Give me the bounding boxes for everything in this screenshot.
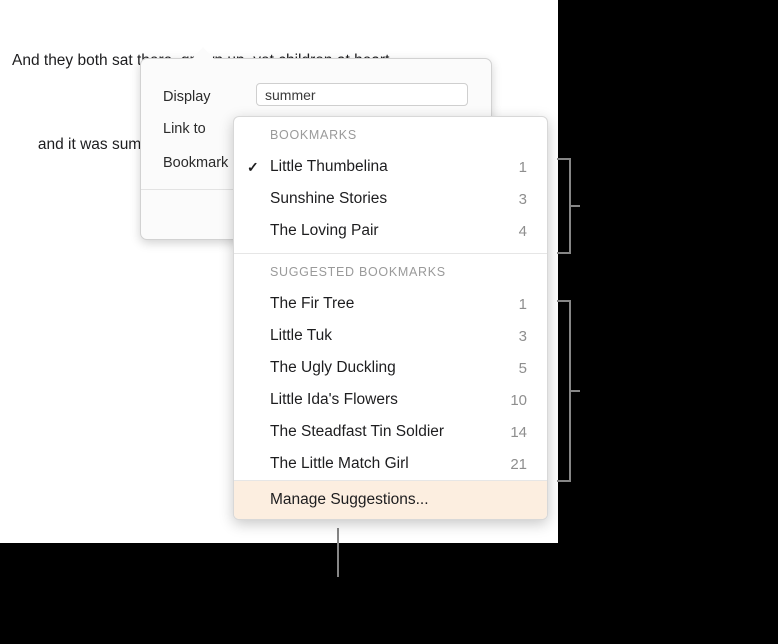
menu-item-label: The Ugly Duckling — [270, 359, 396, 376]
menu-item-label: Little Thumbelina — [270, 158, 388, 175]
menu-header-suggested-bookmarks: SUGGESTED BOOKMARKS — [270, 265, 446, 279]
callout-tick-suggested-bookmarks — [569, 390, 580, 392]
menu-item-label: Little Tuk — [270, 327, 333, 344]
callout-bracket-bookmarks — [557, 158, 580, 254]
menu-item-count: 3 — [518, 190, 527, 208]
callout-tick-bookmarks — [569, 205, 580, 207]
callout-bracket-suggested-bookmarks — [557, 300, 580, 482]
suggested-item-4[interactable]: The Steadfast Tin Soldier 14 — [234, 416, 547, 448]
menu-item-count: 5 — [518, 359, 527, 377]
menu-item-count: 4 — [518, 222, 527, 240]
display-label: Display — [163, 89, 211, 105]
suggested-item-3[interactable]: Little Ida's Flowers 10 — [234, 384, 547, 416]
menu-item-label: The Steadfast Tin Soldier — [270, 423, 445, 440]
suggested-item-2[interactable]: The Ugly Duckling 5 — [234, 352, 547, 384]
menu-item-label: The Fir Tree — [270, 295, 355, 312]
menu-item-count: 14 — [510, 423, 527, 441]
suggested-item-5[interactable]: The Little Match Girl 21 — [234, 448, 547, 480]
menu-item-label: The Loving Pair — [270, 222, 379, 239]
callout-line-manage-suggestions — [337, 528, 339, 577]
suggested-item-1[interactable]: Little Tuk 3 — [234, 320, 547, 352]
suggested-bookmarks-list: The Fir Tree 1 Little Tuk 3 The Ugly Ducklin… — [234, 288, 547, 480]
manage-suggestions-label: Manage Suggestions... — [270, 491, 429, 508]
checkmark-icon: ✓ — [247, 159, 259, 175]
menu-item-label: Sunshine Stories — [270, 190, 388, 207]
menu-item-count: 10 — [510, 391, 527, 409]
suggested-item-0[interactable]: The Fir Tree 1 — [234, 288, 547, 320]
bookmark-item-1[interactable]: Sunshine Stories 3 — [234, 183, 547, 215]
bookmark-dropdown-menu: BOOKMARKS ✓ Little Thumbelina 1 Sunshine St… — [233, 116, 548, 520]
bookmark-item-0[interactable]: ✓ Little Thumbelina 1 — [234, 151, 547, 183]
bookmark-item-2[interactable]: The Loving Pair 4 — [234, 215, 547, 247]
menu-item-label: Little Ida's Flowers — [270, 391, 398, 408]
document-canvas: And they both sat there, grown up, yet c… — [0, 0, 558, 543]
display-row: Display — [163, 85, 258, 109]
manage-suggestions-item[interactable]: Manage Suggestions... — [234, 480, 547, 519]
menu-item-count: 21 — [510, 455, 527, 473]
menu-item-count: 1 — [518, 295, 527, 313]
menu-item-label: The Little Match Girl — [270, 455, 409, 472]
menu-header-bookmarks: BOOKMARKS — [270, 128, 357, 142]
menu-item-count: 3 — [518, 327, 527, 345]
bookmarks-list: ✓ Little Thumbelina 1 Sunshine Stories 3 The … — [234, 151, 547, 247]
display-input[interactable] — [256, 83, 468, 106]
menu-item-count: 1 — [518, 158, 527, 176]
